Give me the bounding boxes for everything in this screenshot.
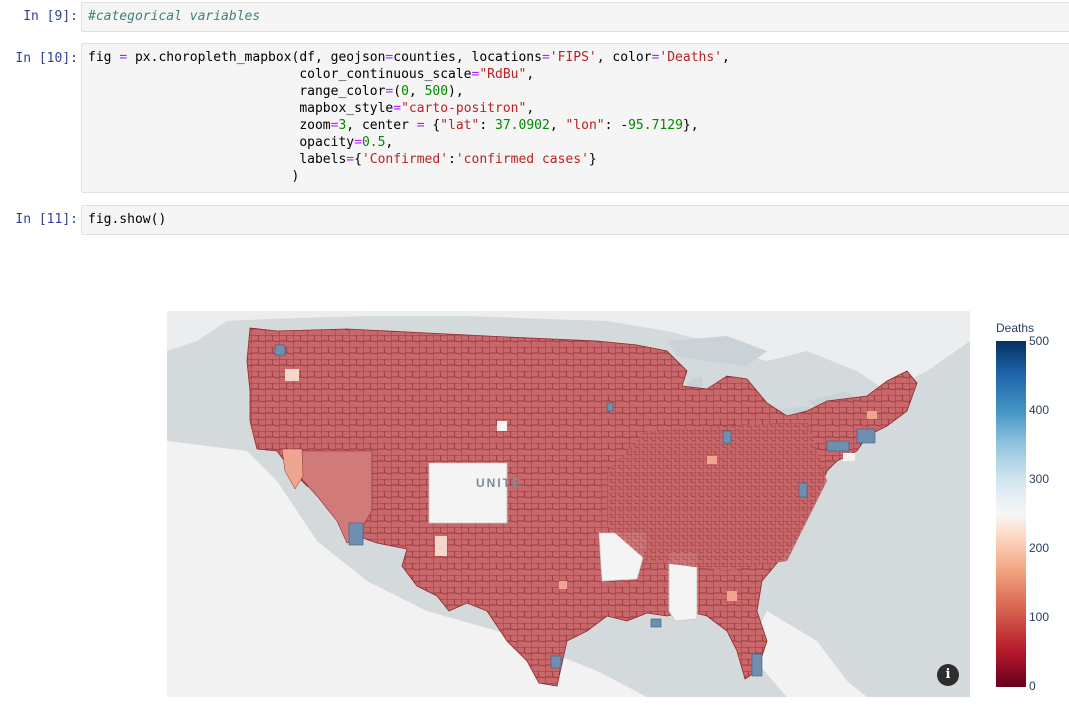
info-icon[interactable]: i: [937, 664, 959, 686]
colorbar-tick: 300: [1029, 472, 1050, 486]
cell-9-prompt: In [9]:: [23, 9, 78, 24]
cell-11-code: fig.show(): [88, 212, 167, 227]
code-line: fig = px.choropleth_mapbox(df, geojson=c…: [88, 50, 730, 65]
map-canvas[interactable]: [167, 311, 970, 697]
code-line: opacity=0.5,: [88, 135, 394, 150]
colorbar-title: Deaths: [996, 321, 1035, 335]
choropleth-map[interactable]: [167, 311, 970, 697]
cell-10-prompt: In [10]:: [15, 51, 78, 66]
cell-10-code: fig = px.choropleth_mapbox(df, geojson=c…: [82, 44, 1069, 190]
colorbar-tick: 400: [1029, 403, 1050, 417]
colorbar-tick: 0: [1029, 679, 1036, 693]
colorbar-tick: 100: [1029, 610, 1050, 624]
cell-11-prompt: In [11]:: [15, 212, 78, 227]
code-line: color_continuous_scale="RdBu",: [88, 67, 535, 82]
cell-9-code: #categorical variables: [88, 9, 261, 24]
cell-11-input[interactable]: fig.show(): [81, 205, 1069, 235]
map-country-label: UNITE: [476, 476, 522, 490]
cell-9-input[interactable]: #categorical variables: [81, 2, 1069, 32]
code-line: zoom=3, center = {"lat": 37.0902, "lon":…: [88, 118, 699, 133]
code-line: labels={'Confirmed':'confirmed cases'}: [88, 152, 597, 167]
code-line: ): [88, 169, 300, 184]
no-data-colorado: [428, 462, 508, 524]
cell-10-input[interactable]: fig = px.choropleth_mapbox(df, geojson=c…: [81, 43, 1069, 193]
colorbar-tick: 500: [1029, 334, 1050, 348]
code-line: range_color=(0, 500),: [88, 84, 464, 99]
colorbar-tick: 200: [1029, 541, 1050, 555]
code-line: mapbox_style="carto-positron",: [88, 101, 535, 116]
colorbar: [996, 341, 1026, 687]
